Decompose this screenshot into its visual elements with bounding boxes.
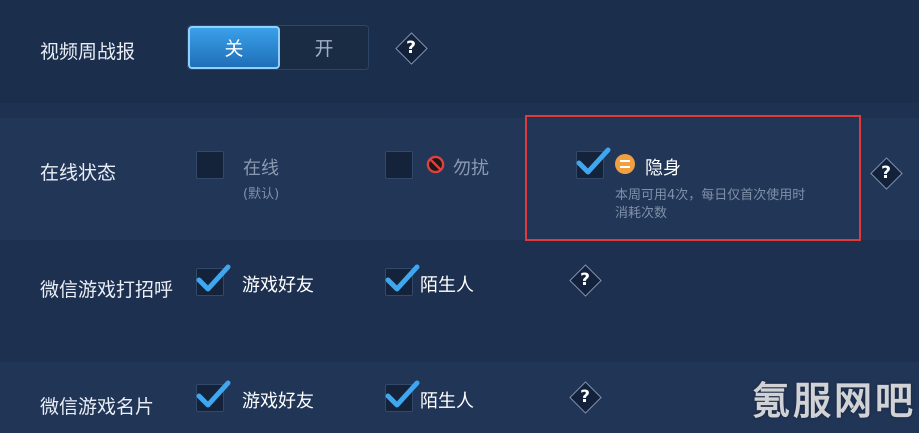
greeting-friends-checkbox[interactable] <box>196 264 231 296</box>
greeting-strangers-label: 陌生人 <box>420 275 474 296</box>
card-friends-label: 游戏好友 <box>242 391 314 412</box>
help-glyph: ? <box>580 270 590 290</box>
weekly-report-toggle[interactable]: 关 开 <box>187 25 369 70</box>
highlight-box <box>525 115 861 241</box>
check-icon <box>196 380 231 408</box>
greeting-strangers-checkbox[interactable] <box>385 264 420 296</box>
watermark: 氪服网吧 <box>752 379 917 423</box>
check-icon <box>385 380 420 408</box>
wechat-greeting-help-icon[interactable]: ? <box>570 265 600 295</box>
do-not-disturb-checkbox[interactable] <box>385 151 413 179</box>
check-icon <box>196 264 231 292</box>
settings-screen: 视频周战报 关 开 ? 在线状态 在线 (默认) 勿扰 隐身 本周可用4次，每日… <box>0 0 919 433</box>
online-checkbox[interactable] <box>196 151 224 179</box>
do-not-disturb-label: 勿扰 <box>453 158 489 179</box>
online-option-label: 在线 <box>243 158 279 179</box>
online-status-label: 在线状态 <box>40 162 117 184</box>
weekly-report-help-icon[interactable]: ? <box>396 33 426 63</box>
toggle-on-button[interactable]: 开 <box>280 26 368 69</box>
help-glyph: ? <box>580 387 590 407</box>
toggle-off-button[interactable]: 关 <box>188 26 280 69</box>
help-glyph: ? <box>406 38 416 58</box>
weekly-report-label: 视频周战报 <box>40 41 136 63</box>
do-not-disturb-icon <box>426 155 445 174</box>
card-friends-checkbox[interactable] <box>196 380 231 412</box>
wechat-card-help-icon[interactable]: ? <box>570 382 600 412</box>
greeting-friends-label: 游戏好友 <box>242 275 314 296</box>
card-strangers-label: 陌生人 <box>420 391 474 412</box>
online-default-note: (默认) <box>243 187 280 202</box>
card-strangers-checkbox[interactable] <box>385 380 420 412</box>
wechat-card-label: 微信游戏名片 <box>40 396 155 418</box>
online-status-help-icon[interactable]: ? <box>871 158 901 188</box>
wechat-greeting-label: 微信游戏打招呼 <box>40 279 174 301</box>
check-icon <box>385 264 420 292</box>
row-bg-weekly-report <box>0 0 919 103</box>
help-glyph: ? <box>881 163 891 183</box>
